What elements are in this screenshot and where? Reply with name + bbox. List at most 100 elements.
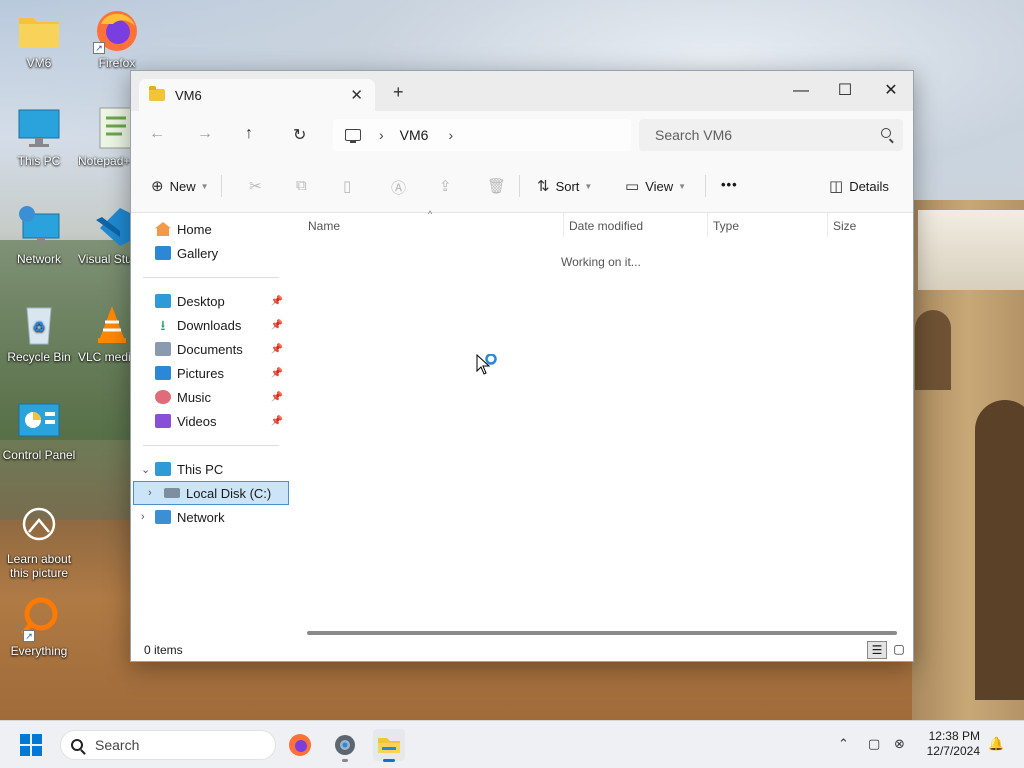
chevron-right-icon[interactable]: ›: [148, 487, 152, 499]
nav-item-desktop[interactable]: Desktop 📌: [131, 289, 287, 313]
tab-close-button[interactable]: ✕: [350, 86, 363, 104]
column-header-type[interactable]: Type: [713, 219, 739, 233]
details-view-icon[interactable]: ☰: [867, 641, 887, 659]
close-button[interactable]: ✕: [871, 77, 911, 105]
large-icons-view-icon[interactable]: ▢: [889, 641, 909, 659]
cut-button[interactable]: ✂: [249, 177, 268, 195]
more-options-button[interactable]: •••: [721, 177, 738, 192]
copy-button[interactable]: ⧉: [296, 177, 313, 194]
desktop-icon-everything[interactable]: ↗ Everything: [0, 596, 78, 658]
chevron-up-icon[interactable]: ⌃: [838, 736, 849, 752]
taskbar-file-explorer-icon[interactable]: [373, 729, 405, 762]
taskbar-firefox-icon[interactable]: [284, 729, 316, 761]
pin-icon[interactable]: 📌: [271, 416, 283, 427]
new-tab-button[interactable]: +: [393, 83, 404, 101]
tab-title: VM6: [175, 87, 202, 103]
search-icon: [71, 739, 83, 751]
desktop-icon-label: VLC media player: [78, 350, 130, 364]
file-list[interactable]: ^ Name Date modified Type Size Working o…: [291, 209, 913, 623]
nav-item-music[interactable]: Music 📌: [131, 385, 287, 409]
toolbar-divider: [221, 175, 222, 197]
nav-item-gallery[interactable]: Gallery: [131, 241, 287, 265]
volume-muted-icon[interactable]: ⊗: [894, 736, 905, 752]
home-icon: [155, 222, 171, 236]
notification-bell-icon[interactable]: 🔔: [988, 736, 1004, 752]
this-pc-icon[interactable]: [345, 129, 361, 143]
back-arrow-icon[interactable]: ←: [149, 125, 165, 143]
taskbar-search-box[interactable]: Search: [60, 730, 276, 760]
chevron-right-icon[interactable]: ›: [379, 127, 384, 143]
nav-label: Gallery: [177, 245, 219, 261]
clipboard-icon: ▯: [343, 178, 352, 195]
details-button[interactable]: ◫ Details: [829, 177, 889, 195]
pin-icon[interactable]: 📌: [271, 368, 283, 379]
system-clock[interactable]: 12:38 PM 12/7/2024: [916, 729, 980, 759]
column-header-date-modified[interactable]: Date modified: [569, 219, 643, 233]
pictures-icon: [155, 366, 171, 380]
new-button[interactable]: ⊕ New ▼: [151, 177, 209, 195]
desktop-icon-control-panel[interactable]: Control Panel: [0, 400, 78, 462]
tab-vm6[interactable]: VM6 ✕: [139, 79, 375, 111]
download-arrow-icon: ⭳: [160, 317, 166, 333]
desktop-icon-learn-picture[interactable]: Learn about this picture: [0, 504, 78, 580]
delete-button[interactable]: 🗑: [487, 177, 512, 195]
maximize-button[interactable]: ☐: [825, 77, 865, 105]
pin-icon[interactable]: 📌: [271, 392, 283, 403]
horizontal-scrollbar[interactable]: [307, 631, 897, 635]
view-button[interactable]: ▭ View ▼: [625, 177, 686, 195]
nav-item-home[interactable]: Home: [131, 217, 287, 241]
desktop-icon-label: Learn about this picture: [6, 552, 72, 580]
share-button[interactable]: ⇪: [439, 177, 458, 195]
nav-label: Desktop: [177, 293, 225, 309]
column-divider[interactable]: [707, 213, 708, 237]
desktop-icon-recycle-bin[interactable]: ♻ Recycle Bin: [0, 302, 78, 364]
rename-button[interactable]: Ⓐ: [391, 177, 412, 198]
chevron-down-icon: ▼: [678, 181, 687, 191]
desktop-icon-notepadpp[interactable]: Notepad++: [78, 106, 130, 168]
breadcrumb-segment[interactable]: VM6: [400, 127, 429, 143]
this-pc-icon: [155, 462, 171, 476]
taskbar-settings-icon[interactable]: [329, 729, 361, 762]
network-status-icon[interactable]: ▢: [868, 736, 880, 752]
start-windows-icon[interactable]: [20, 734, 42, 756]
chevron-right-icon[interactable]: ›: [448, 127, 453, 143]
up-arrow-icon[interactable]: ↑: [245, 125, 253, 143]
refresh-icon[interactable]: ↻: [293, 125, 306, 145]
wallpaper-arch: [975, 400, 1024, 700]
nav-item-downloads[interactable]: ⭳ Downloads 📌: [131, 313, 287, 337]
column-divider[interactable]: [563, 213, 564, 237]
chevron-right-icon[interactable]: ›: [141, 511, 145, 523]
title-bar[interactable]: VM6 ✕ + — ☐ ✕: [131, 71, 913, 111]
pin-icon[interactable]: 📌: [271, 296, 283, 307]
nav-item-local-disk[interactable]: › Local Disk (C:): [133, 481, 289, 505]
search-input[interactable]: Search VM6: [639, 119, 903, 151]
column-divider[interactable]: [827, 213, 828, 237]
desktop-icon-network[interactable]: Network: [0, 204, 78, 266]
nav-item-pictures[interactable]: Pictures 📌: [131, 361, 287, 385]
column-header-size[interactable]: Size: [833, 219, 856, 233]
sort-caret-icon: ^: [428, 209, 433, 219]
nav-item-videos[interactable]: Videos 📌: [131, 409, 287, 433]
desktop-icon-vscode[interactable]: Visual Studio Code: [78, 204, 130, 266]
pin-icon[interactable]: 📌: [271, 344, 283, 355]
desktop-icon-firefox[interactable]: ↗ Firefox: [78, 8, 156, 70]
desktop-icon-this-pc[interactable]: This PC: [0, 106, 78, 168]
sort-label: Sort: [555, 178, 580, 194]
nav-item-documents[interactable]: Documents 📌: [131, 337, 287, 361]
desktop-icon-vm6[interactable]: VM6: [0, 8, 78, 70]
minimize-button[interactable]: —: [781, 77, 821, 105]
column-header-name[interactable]: Name: [308, 219, 340, 233]
nav-item-network[interactable]: › Network: [131, 505, 287, 529]
sort-button[interactable]: ⇅ Sort ▼: [537, 177, 592, 195]
chevron-down-icon[interactable]: ⌄: [141, 463, 150, 476]
address-bar[interactable]: › VM6 ›: [333, 119, 631, 151]
share-icon: ⇪: [439, 178, 452, 195]
paste-button[interactable]: ▯: [343, 177, 357, 195]
shortcut-arrow-icon: ↗: [93, 42, 105, 54]
folder-icon: [15, 8, 63, 54]
desktop-icon-vlc[interactable]: VLC media player: [78, 302, 130, 364]
forward-arrow-icon[interactable]: →: [197, 125, 213, 143]
pin-icon[interactable]: 📌: [271, 320, 283, 331]
nav-item-this-pc[interactable]: ⌄ This PC: [131, 457, 287, 481]
desktop-icon-label: Firefox: [98, 56, 136, 70]
